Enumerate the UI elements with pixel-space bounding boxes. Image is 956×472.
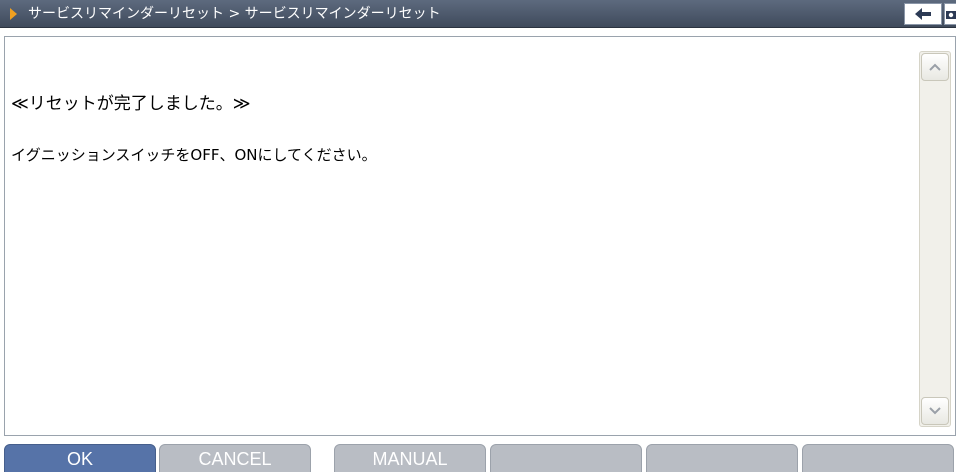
vertical-scrollbar[interactable] <box>919 51 951 427</box>
snapshot-button[interactable] <box>944 3 956 25</box>
back-button[interactable] <box>904 3 942 25</box>
function-button-4[interactable] <box>490 444 642 472</box>
manual-button[interactable]: MANUAL <box>334 444 486 472</box>
cancel-button[interactable]: CANCEL <box>159 444 311 472</box>
scroll-down-button[interactable] <box>921 397 949 425</box>
function-button-5[interactable] <box>646 444 798 472</box>
message-title: ≪リセットが完了しました。≫ <box>11 94 251 114</box>
message-body: イグニッションスイッチをOFF、ONにしてください。 <box>11 146 377 164</box>
chevron-up-icon <box>929 63 941 71</box>
camera-icon <box>946 11 956 19</box>
breadcrumb: サービスリマインダーリセット > サービスリマインダーリセット <box>28 6 441 22</box>
function-button-bar: OK CANCEL MANUAL <box>0 440 956 472</box>
function-button-6[interactable] <box>802 444 954 472</box>
scroll-up-button[interactable] <box>921 53 949 81</box>
title-bar: サービスリマインダーリセット > サービスリマインダーリセット <box>0 0 956 28</box>
ok-button[interactable]: OK <box>4 444 156 472</box>
chevron-down-icon <box>929 407 941 415</box>
message-panel: ≪リセットが完了しました。≫ イグニッションスイッチをOFF、ONにしてください… <box>4 36 956 436</box>
play-arrow-icon <box>10 8 17 20</box>
back-arrow-icon <box>915 8 931 20</box>
